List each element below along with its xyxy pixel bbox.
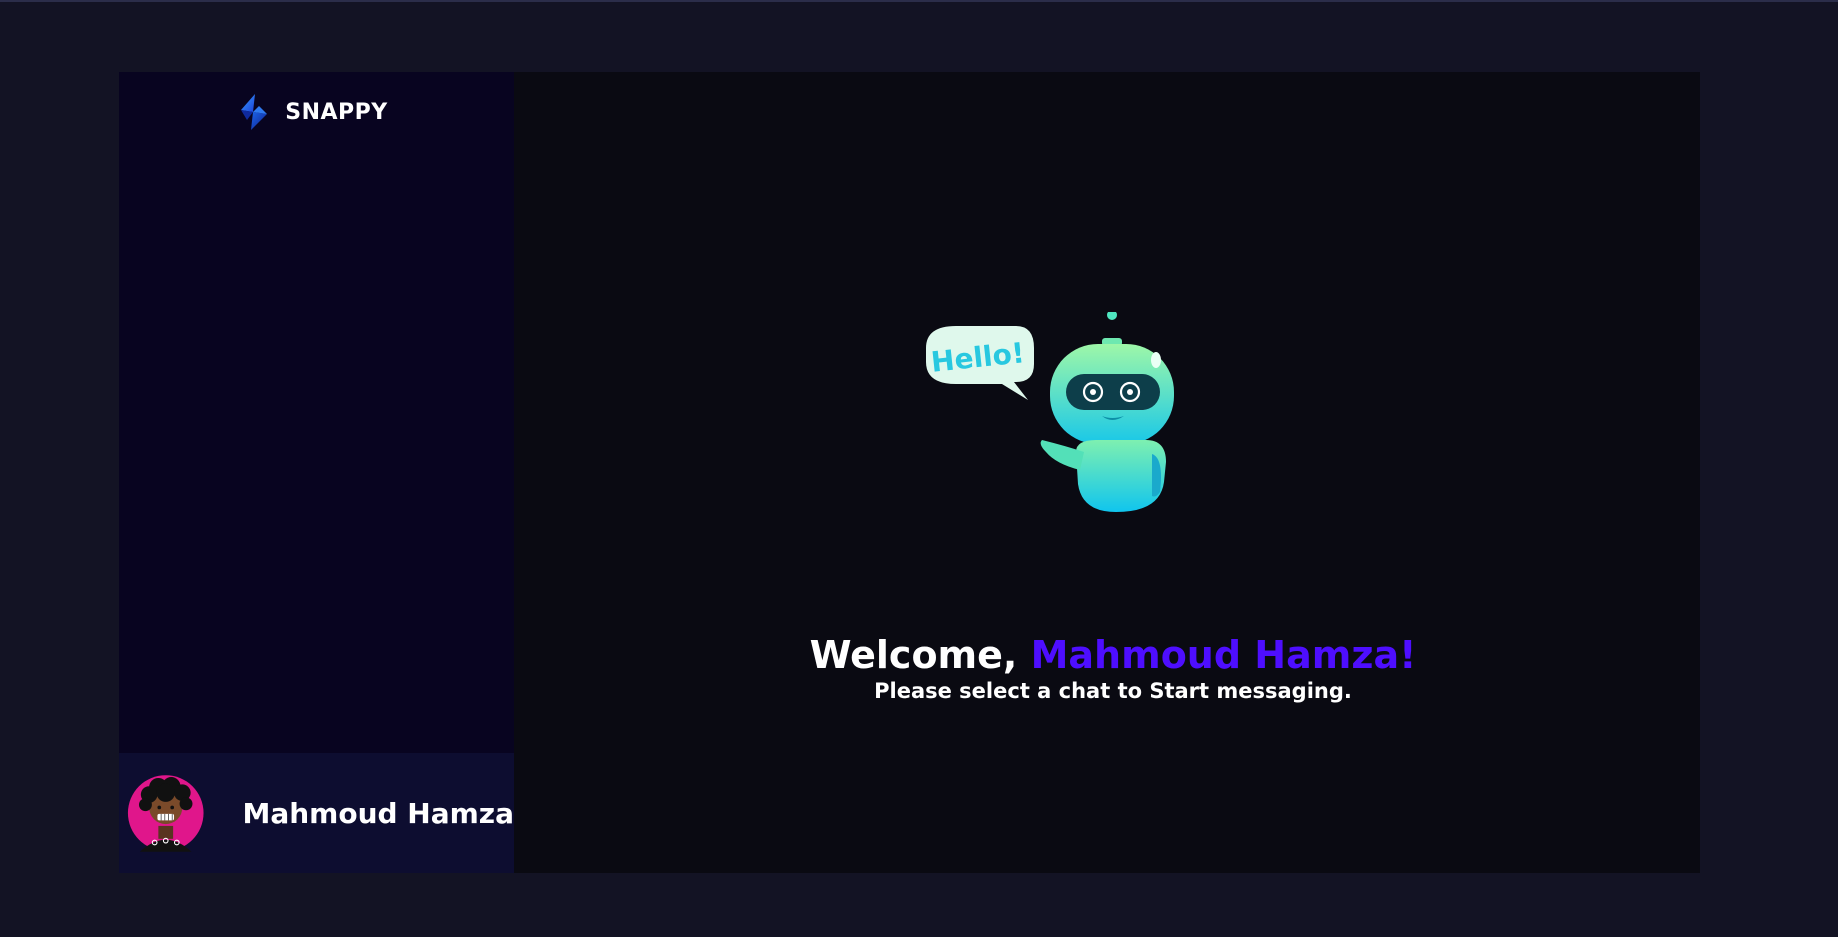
welcome-subtitle: Please select a chat to Start messaging. xyxy=(874,679,1352,703)
welcome-greeting: Welcome, xyxy=(809,633,1031,677)
top-border xyxy=(0,0,1838,2)
welcome-panel: Hello! Welcome, Mahmoud Hamza! Please se… xyxy=(514,72,1700,873)
chat-container: SNAPPY Mahmoud Hamza Hello! Welcome, Mah… xyxy=(119,72,1700,873)
snappy-logo-icon xyxy=(241,94,268,130)
contacts-list xyxy=(119,152,514,753)
brand-name: SNAPPY xyxy=(285,99,388,125)
user-avatar-icon xyxy=(127,775,204,852)
robot-hello-icon: Hello! xyxy=(926,312,1174,512)
brand-header: SNAPPY xyxy=(119,72,514,152)
contacts-sidebar: SNAPPY Mahmoud Hamza xyxy=(119,72,514,873)
welcome-message: Welcome, Mahmoud Hamza! Please select a … xyxy=(514,632,1700,704)
current-user-name: Mahmoud Hamza xyxy=(242,796,514,830)
current-user-panel: Mahmoud Hamza xyxy=(119,753,514,873)
welcome-title: Welcome, Mahmoud Hamza! xyxy=(526,632,1700,678)
welcome-user-name: Mahmoud Hamza! xyxy=(1030,633,1417,677)
